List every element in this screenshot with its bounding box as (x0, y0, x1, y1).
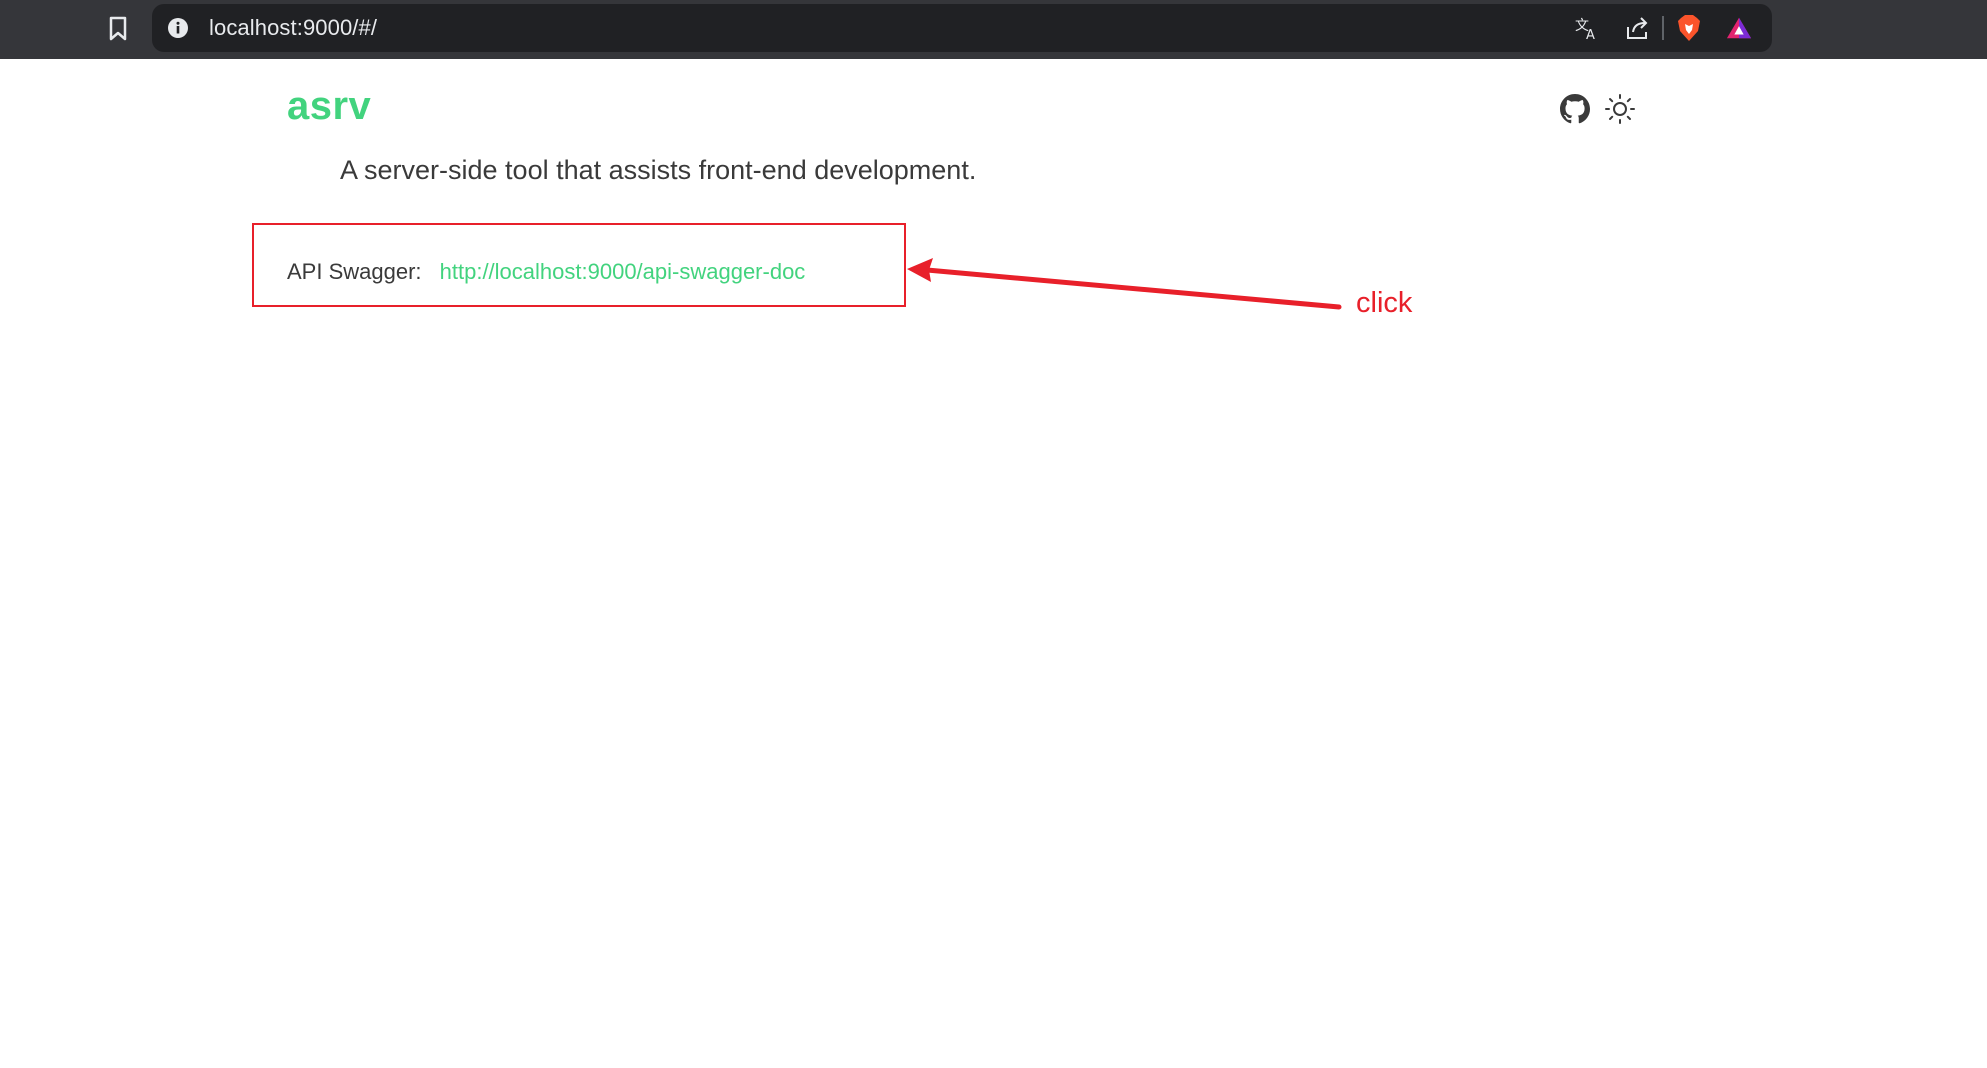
share-icon[interactable] (1624, 15, 1650, 41)
brave-shield-icon[interactable] (1676, 15, 1702, 41)
github-icon[interactable] (1560, 94, 1590, 124)
bookmark-icon[interactable] (104, 13, 132, 45)
page-subtitle: A server-side tool that assists front-en… (340, 155, 977, 185)
toolbar-separator (1662, 16, 1664, 40)
brave-rewards-icon[interactable] (1726, 15, 1752, 41)
address-bar[interactable]: localhost:9000/#/ 文 A (152, 4, 1772, 52)
annotation-label: click (1356, 287, 1413, 319)
browser-toolbar: localhost:9000/#/ 文 A (0, 0, 1987, 59)
annotation-highlight-box (252, 223, 906, 307)
svg-text:A: A (1586, 28, 1595, 41)
annotation-arrow (907, 258, 1342, 310)
sun-icon[interactable] (1604, 93, 1636, 125)
page-title: asrv (287, 84, 372, 128)
translate-icon[interactable]: 文 A (1574, 15, 1600, 41)
url-text[interactable]: localhost:9000/#/ (209, 4, 377, 52)
info-icon[interactable] (167, 17, 189, 39)
